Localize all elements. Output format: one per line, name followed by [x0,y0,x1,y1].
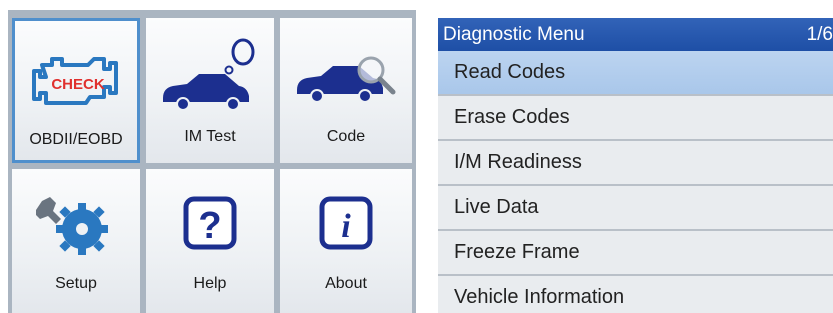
info-icon: i [280,195,412,251]
menu-item-label: Read Codes [454,61,566,83]
diagnostic-menu-title: Diagnostic Menu [443,24,585,45]
menu-item-freeze-frame[interactable]: Freeze Frame [438,231,833,276]
main-menu-screen: CHECK OBDII/EOBD IM Test Code Setup ? He… [8,10,416,313]
tile-label-im-test: IM Test [184,128,236,145]
wrench-gear-icon [12,193,140,259]
menu-item-label: I/M Readiness [454,151,582,173]
car-magnifier-icon [280,46,412,106]
engine-check-icon: CHECK [15,51,137,111]
check-label: CHECK [51,76,105,93]
tile-setup[interactable]: Setup [12,169,140,313]
tile-im-test[interactable]: IM Test [146,18,274,163]
tile-label-setup: Setup [55,275,97,292]
diagnostic-menu-header: Diagnostic Menu 1/6 [438,18,833,51]
diagnostic-menu-screen: Diagnostic Menu 1/6 Read Codes Erase Cod… [438,18,833,313]
tile-label-obdii: OBDII/EOBD [29,131,123,148]
tile-label-code: Code [326,128,366,145]
menu-item-live-data[interactable]: Live Data [438,186,833,231]
help-glyph: ? [198,205,221,247]
car-thought-icon [146,32,274,112]
menu-item-im-readiness[interactable]: I/M Readiness [438,141,833,186]
tile-about[interactable]: i About [280,169,412,313]
tile-label-help: Help [193,275,227,292]
tile-code[interactable]: Code [280,18,412,163]
menu-item-label: Erase Codes [454,106,570,128]
question-icon: ? [146,195,274,251]
page-indicator: 1/6 [806,24,833,45]
menu-item-read-codes[interactable]: Read Codes [438,51,833,96]
tile-help[interactable]: ? Help [146,169,274,313]
tile-label-about: About [325,275,367,292]
menu-item-label: Vehicle Information [454,286,625,308]
about-glyph: i [341,208,351,245]
menu-item-label: Freeze Frame [454,241,580,263]
menu-item-label: Live Data [454,196,539,218]
menu-item-erase-codes[interactable]: Erase Codes [438,96,833,141]
tile-obdii-eobd[interactable]: CHECK OBDII/EOBD [12,18,140,163]
menu-item-vehicle-information[interactable]: Vehicle Information [438,276,833,313]
